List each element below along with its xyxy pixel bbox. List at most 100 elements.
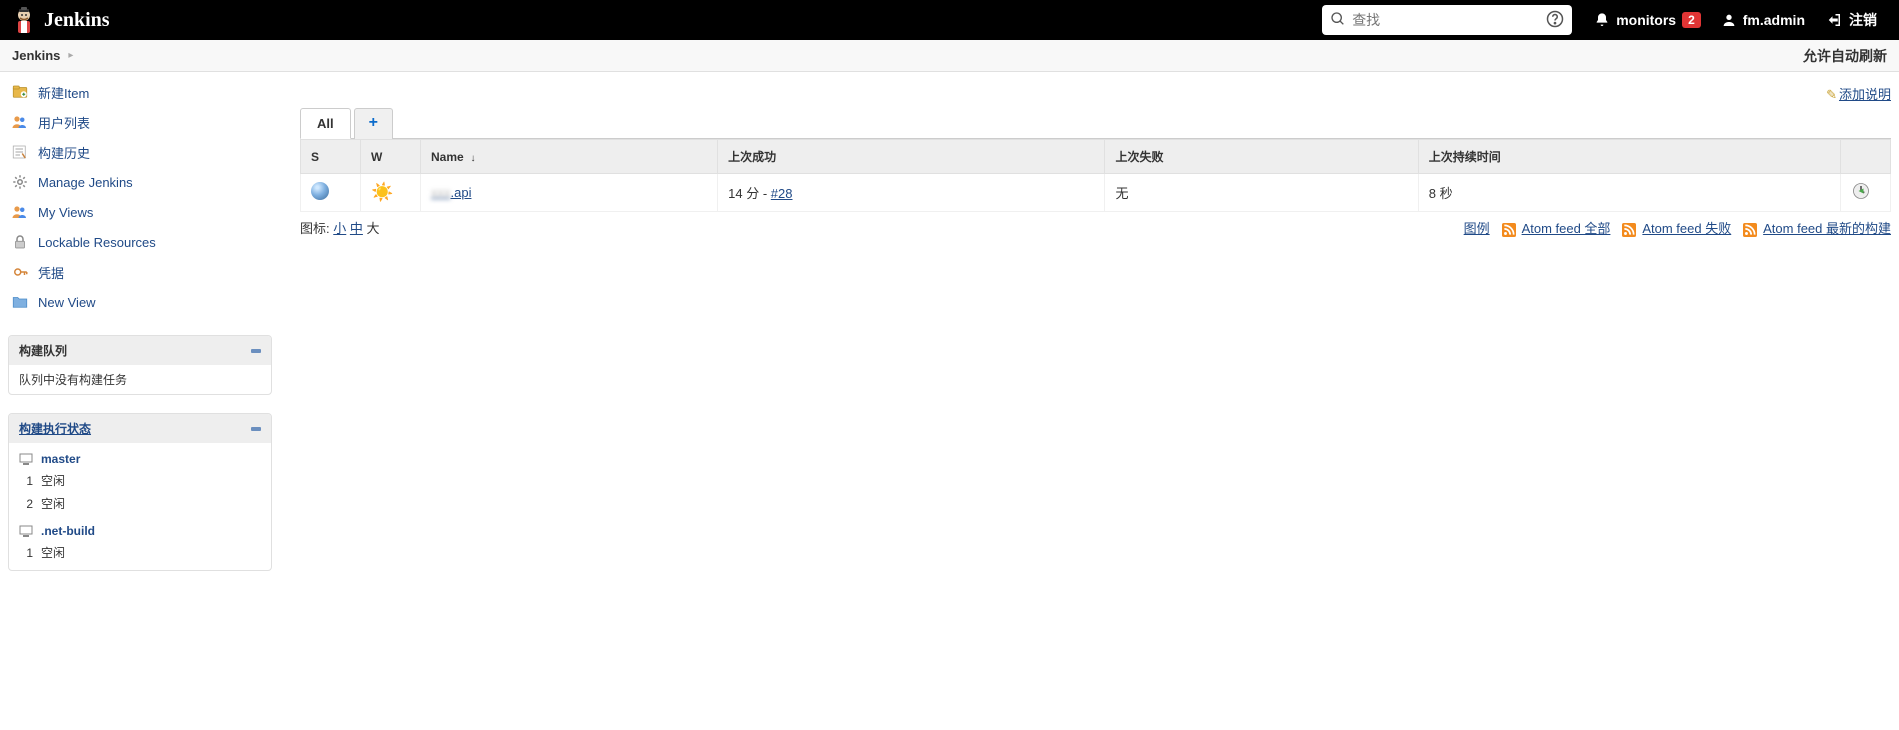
executor-status-title[interactable]: 构建执行状态	[19, 420, 91, 437]
slot-num: 2	[19, 497, 33, 511]
my-views-icon	[10, 202, 30, 222]
search-input[interactable]	[1352, 5, 1546, 35]
task-list: 新建Item 用户列表 构建历史 Manage Jenkins My Views…	[8, 77, 272, 317]
logout-label: 注销	[1849, 10, 1877, 30]
task-new-item[interactable]: 新建Item	[8, 77, 272, 107]
bell-icon	[1594, 12, 1610, 28]
executor-status-pane: 构建执行状态 master 1 空闲 2 空闲 .net-bui	[8, 413, 272, 571]
monitors-label: monitors	[1616, 12, 1676, 28]
rss-icon	[1502, 223, 1516, 237]
breadcrumb-bar: Jenkins ▸ 允许自动刷新	[0, 40, 1899, 72]
col-name[interactable]: Name ↓	[421, 140, 718, 174]
help-icon[interactable]	[1546, 10, 1564, 31]
logout-link[interactable]: 注销	[1815, 10, 1887, 30]
task-credentials[interactable]: 凭据	[8, 257, 272, 287]
search-box[interactable]	[1322, 5, 1572, 35]
job-weather-cell: ☀️	[361, 174, 421, 212]
history-icon	[10, 142, 30, 162]
icon-size-selector: 图标: 小 中 大	[300, 218, 380, 237]
icon-size-small[interactable]: 小	[333, 221, 346, 236]
task-label: Lockable Resources	[38, 235, 156, 250]
job-table: S W Name ↓ 上次成功 上次失败 上次持续时间 ☀️ xxx.api	[300, 139, 1891, 212]
weather-sunny-icon: ☀️	[371, 182, 393, 202]
job-last-duration-cell: 8 秒	[1418, 174, 1840, 212]
feed-item: Atom feed 全部	[1502, 218, 1611, 237]
executor-node[interactable]: master	[19, 449, 261, 469]
rss-icon	[1622, 223, 1636, 237]
task-manage-jenkins[interactable]: Manage Jenkins	[8, 167, 272, 197]
table-footer: 图标: 小 中 大 图例 Atom feed 全部 Atom feed 失败 A…	[300, 218, 1891, 237]
executor-node[interactable]: .net-build	[19, 521, 261, 541]
job-table-header: S W Name ↓ 上次成功 上次失败 上次持续时间	[301, 140, 1891, 174]
task-my-views[interactable]: My Views	[8, 197, 272, 227]
col-weather[interactable]: W	[361, 140, 421, 174]
task-label: 新建Item	[38, 83, 89, 102]
job-name-link[interactable]: xxx.api	[431, 185, 471, 200]
gear-icon	[10, 172, 30, 192]
search-icon	[1330, 11, 1346, 30]
executor-slot: 1 空闲	[19, 469, 261, 492]
slot-num: 1	[19, 546, 33, 560]
build-queue-body: 队列中没有构建任务	[9, 365, 271, 394]
job-last-success-cell: 14 分 - #28	[718, 174, 1105, 212]
user-link[interactable]: fm.admin	[1711, 12, 1815, 28]
task-label: 凭据	[38, 263, 64, 282]
icon-size-large: 大	[367, 221, 380, 236]
build-queue-header: 构建队列	[9, 336, 271, 365]
task-lockable-resources[interactable]: Lockable Resources	[8, 227, 272, 257]
collapse-icon[interactable]	[251, 349, 261, 353]
breadcrumb-root[interactable]: Jenkins	[12, 48, 60, 63]
icon-size-label: 图标:	[300, 221, 330, 236]
col-status[interactable]: S	[301, 140, 361, 174]
add-description-link[interactable]: 添加说明	[1839, 87, 1891, 102]
task-label: My Views	[38, 205, 93, 220]
col-last-duration[interactable]: 上次持续时间	[1418, 140, 1840, 174]
feed-links: 图例 Atom feed 全部 Atom feed 失败 Atom feed 最…	[1464, 218, 1891, 237]
username: fm.admin	[1743, 12, 1805, 28]
build-now-icon[interactable]	[1851, 181, 1871, 201]
computer-icon	[19, 453, 33, 465]
pencil-icon: ✎	[1826, 87, 1837, 102]
folder-icon	[10, 292, 30, 312]
build-queue-title: 构建队列	[19, 342, 67, 359]
task-new-view[interactable]: New View	[8, 287, 272, 317]
page-actions: ✎添加说明	[300, 80, 1891, 107]
collapse-icon[interactable]	[251, 427, 261, 431]
status-ball-notbuilt-icon	[311, 182, 329, 200]
header-title: Jenkins	[44, 9, 110, 32]
feed-all-link[interactable]: Atom feed 全部	[1522, 221, 1611, 236]
monitors-badge: 2	[1682, 12, 1701, 28]
chevron-right-icon: ▸	[68, 50, 73, 61]
feed-fail-link[interactable]: Atom feed 失败	[1642, 221, 1731, 236]
header-bar: Jenkins monitors 2 fm.admin 注销	[0, 0, 1899, 40]
task-label: Manage Jenkins	[38, 175, 133, 190]
sort-down-icon: ↓	[468, 153, 476, 164]
job-last-failure-cell: 无	[1105, 174, 1418, 212]
col-last-failure[interactable]: 上次失败	[1105, 140, 1418, 174]
icon-size-medium[interactable]: 中	[350, 221, 363, 236]
executor-status-header: 构建执行状态	[9, 414, 271, 443]
task-people[interactable]: 用户列表	[8, 107, 272, 137]
tab-add-view[interactable]: +	[354, 108, 393, 139]
tab-all[interactable]: All	[300, 108, 351, 139]
executor-status-body: master 1 空闲 2 空闲 .net-build 1 空闲	[9, 443, 271, 570]
auto-refresh-toggle[interactable]: 允许自动刷新	[1803, 46, 1887, 66]
task-label: 用户列表	[38, 113, 90, 132]
executor-slot: 1 空闲	[19, 541, 261, 564]
computer-icon	[19, 525, 33, 537]
user-icon	[1721, 12, 1737, 28]
executor-slot: 2 空闲	[19, 492, 261, 515]
job-name-cell[interactable]: xxx.api	[421, 174, 718, 212]
col-last-success[interactable]: 上次成功	[718, 140, 1105, 174]
monitors-link[interactable]: monitors 2	[1584, 12, 1711, 28]
slot-state: 空闲	[41, 472, 65, 489]
task-build-history[interactable]: 构建历史	[8, 137, 272, 167]
node-name: .net-build	[41, 524, 95, 538]
jenkins-logo[interactable]: Jenkins	[12, 6, 110, 34]
job-status-cell	[301, 174, 361, 212]
feed-latest-link[interactable]: Atom feed 最新的构建	[1763, 221, 1891, 236]
legend-link[interactable]: 图例	[1464, 218, 1490, 237]
col-build	[1841, 140, 1891, 174]
last-success-build-link[interactable]: #28	[771, 186, 793, 201]
lock-icon	[10, 232, 30, 252]
